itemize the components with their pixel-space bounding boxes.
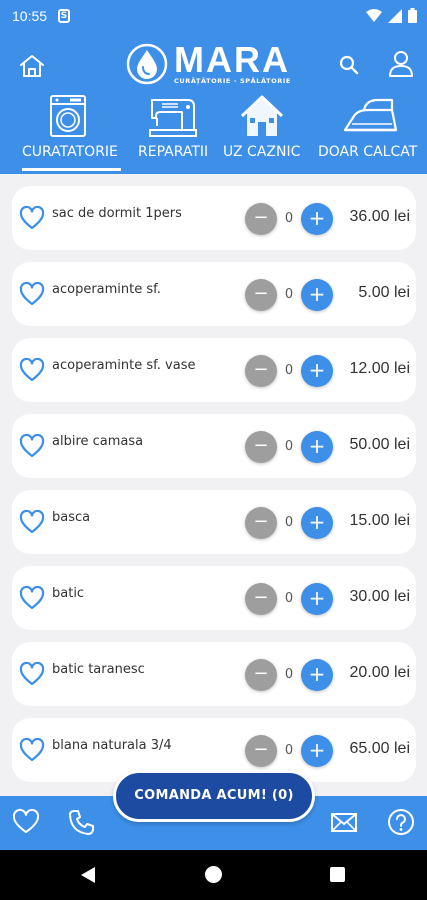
decrease-button[interactable]: − [245, 659, 277, 691]
order-now-button[interactable]: COMANDA ACUM! (0) [113, 770, 315, 822]
list-item: albire camasa −0 +50.00 lei [12, 414, 416, 478]
status-time: 10:55 [12, 8, 48, 24]
system-nav-bar [0, 850, 427, 900]
tab-label: UZ CAZNIC [223, 144, 301, 160]
item-name: batic taranesc [52, 662, 145, 677]
list-item: acoperaminte sf. −0 +5.00 lei [12, 262, 416, 326]
increase-button[interactable]: + [301, 735, 333, 767]
increase-button[interactable]: + [301, 583, 333, 615]
active-tab-indicator [22, 168, 121, 171]
item-name: albire camasa [52, 434, 144, 449]
item-quantity: 0 [284, 591, 294, 606]
item-name: basca [52, 510, 91, 525]
tab-label: DOAR CALCAT [318, 144, 418, 160]
item-price: 50.00 lei [349, 436, 411, 453]
sewing-machine-icon [149, 99, 197, 137]
wifi-icon [366, 8, 382, 22]
tab-label: REPARATII [138, 144, 209, 160]
item-name: batic [52, 586, 85, 601]
tab-doar-calcat[interactable]: DOAR CALCAT [306, 92, 427, 174]
status-icons [366, 8, 417, 23]
iron-icon [343, 98, 398, 132]
water-drop-logo-icon [126, 43, 168, 85]
washing-machine-icon [50, 95, 86, 137]
item-price: 5.00 lei [358, 284, 410, 301]
favorites-heart-icon[interactable] [12, 808, 40, 836]
logo-subtitle: CURĂȚĂTORIE - SPĂLĂTORIE [174, 77, 291, 85]
item-quantity: 0 [284, 515, 294, 530]
phone-icon[interactable] [68, 808, 96, 836]
status-bar: 10:55 S [0, 0, 427, 34]
list-item: acoperaminte sf. vase −0 +12.00 lei [12, 338, 416, 402]
favorite-heart-icon[interactable] [19, 662, 45, 686]
tab-uz-caznic[interactable]: UZ CAZNIC [216, 92, 306, 174]
increase-button[interactable]: + [301, 355, 333, 387]
help-icon[interactable] [387, 808, 415, 836]
favorite-heart-icon[interactable] [19, 434, 45, 458]
list-item: batic taranesc −0 +20.00 lei [12, 642, 416, 706]
tab-curatatorie[interactable]: CURATATORIE [0, 92, 126, 174]
item-quantity: 0 [284, 363, 294, 378]
recents-icon[interactable] [330, 867, 345, 882]
mail-icon[interactable] [330, 808, 358, 836]
item-price: 20.00 lei [349, 664, 411, 681]
item-quantity: 0 [284, 211, 294, 226]
mara-logo: MARA CURĂȚĂTORIE - SPĂLĂTORIE [126, 40, 306, 88]
logo-name: MARA [174, 39, 290, 80]
search-icon[interactable] [338, 54, 360, 76]
s-badge-icon: S [58, 9, 70, 23]
increase-button[interactable]: + [301, 203, 333, 235]
increase-button[interactable]: + [301, 431, 333, 463]
decrease-button[interactable]: − [245, 735, 277, 767]
increase-button[interactable]: + [301, 507, 333, 539]
item-quantity: 0 [284, 667, 294, 682]
favorite-heart-icon[interactable] [19, 510, 45, 534]
home-nav-icon[interactable] [205, 866, 222, 883]
home-icon[interactable] [18, 52, 46, 80]
decrease-button[interactable]: − [245, 431, 277, 463]
favorite-heart-icon[interactable] [19, 738, 45, 762]
item-price: 12.00 lei [349, 360, 411, 377]
item-price: 30.00 lei [349, 588, 411, 605]
list-item: batic −0 +30.00 lei [12, 566, 416, 630]
item-name: acoperaminte sf. vase [52, 358, 196, 373]
item-name: sac de dormit 1pers [52, 206, 182, 221]
decrease-button[interactable]: − [245, 203, 277, 235]
favorite-heart-icon[interactable] [19, 206, 45, 230]
item-price: 15.00 lei [349, 512, 411, 529]
favorite-heart-icon[interactable] [19, 282, 45, 306]
tab-label: CURATATORIE [22, 144, 118, 160]
decrease-button[interactable]: − [245, 507, 277, 539]
back-icon[interactable] [80, 866, 96, 884]
item-quantity: 0 [284, 743, 294, 758]
app-header: MARA CURĂȚĂTORIE - SPĂLĂTORIE CURATATORI… [0, 34, 427, 174]
item-quantity: 0 [284, 287, 294, 302]
tab-reparatii[interactable]: REPARATII [126, 92, 216, 174]
item-price: 36.00 lei [349, 208, 411, 225]
decrease-button[interactable]: − [245, 355, 277, 387]
favorite-heart-icon[interactable] [19, 358, 45, 382]
increase-button[interactable]: + [301, 279, 333, 311]
user-icon[interactable] [388, 50, 414, 78]
item-quantity: 0 [284, 439, 294, 454]
signal-icon [388, 8, 402, 23]
list-item: basca −0 +15.00 lei [12, 490, 416, 554]
increase-button[interactable]: + [301, 659, 333, 691]
list-item: sac de dormit 1pers −0 +36.00 lei [12, 186, 416, 250]
favorite-heart-icon[interactable] [19, 586, 45, 610]
decrease-button[interactable]: − [245, 583, 277, 615]
item-name: acoperaminte sf. [52, 282, 161, 297]
item-name: blana naturala 3/4 [52, 738, 172, 753]
item-price: 65.00 lei [349, 740, 411, 757]
category-tabs: CURATATORIE REPARATII UZ CAZNIC DOAR CAL… [0, 92, 427, 174]
battery-icon [408, 8, 417, 23]
decrease-button[interactable]: − [245, 279, 277, 311]
house-icon [240, 95, 284, 136]
